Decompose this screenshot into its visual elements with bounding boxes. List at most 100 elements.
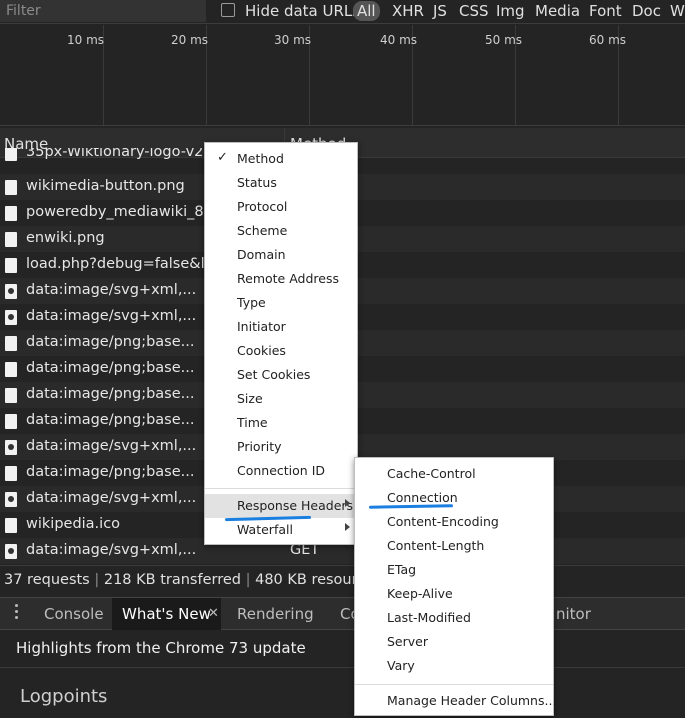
filter-input[interactable]: [0, 0, 206, 22]
menu-item-label: Connection ID: [237, 463, 326, 478]
menu-item-label: Method: [237, 151, 284, 166]
timeline-tick-label: 50 ms: [485, 33, 523, 47]
menu-item-label: Size: [237, 391, 263, 406]
menu-item-last-modified[interactable]: Last-Modified: [355, 606, 553, 630]
svg-icon: [5, 544, 17, 559]
request-name: data:image/png;base...: [26, 464, 195, 480]
tab-monitor[interactable]: nitor: [556, 605, 591, 623]
svg-icon: [5, 284, 17, 299]
type-filter-js[interactable]: JS: [433, 2, 447, 20]
menu-item-label: Connection: [387, 490, 458, 505]
menu-item-vary[interactable]: Vary: [355, 654, 553, 678]
menu-item-label: Set Cookies: [237, 367, 311, 382]
request-name: enwiki.png: [26, 230, 105, 246]
image-icon: [5, 414, 17, 429]
menu-item-status[interactable]: Status: [205, 171, 357, 195]
menu-item-label: Manage Header Columns...: [387, 693, 557, 708]
hide-data-urls-label[interactable]: Hide data URLs: [245, 2, 360, 20]
menu-item-cookies[interactable]: Cookies: [205, 339, 357, 363]
request-count: 37 requests: [4, 572, 90, 588]
menu-separator: [355, 684, 553, 685]
more-vertical-icon[interactable]: [15, 604, 19, 622]
tab-console[interactable]: Console: [44, 605, 104, 623]
image-icon: [5, 206, 17, 221]
menu-item-domain[interactable]: Domain: [205, 243, 357, 267]
hide-data-urls-checkbox[interactable]: [221, 3, 235, 17]
menu-item-initiator[interactable]: Initiator: [205, 315, 357, 339]
request-name: wikipedia.ico: [26, 516, 121, 532]
menu-item-cache-control[interactable]: Cache-Control: [355, 462, 553, 486]
menu-item-label: Domain: [237, 247, 286, 262]
file-icon: [5, 148, 17, 161]
menu-item-set-cookies[interactable]: Set Cookies: [205, 363, 357, 387]
divider: [0, 667, 685, 668]
type-filter-img[interactable]: Img: [496, 2, 525, 20]
timeline-tick-label: 60 ms: [589, 33, 627, 47]
type-filter-doc[interactable]: Doc: [632, 2, 661, 20]
menu-item-label: Response Headers: [237, 498, 354, 513]
menu-item-manage-header-columns[interactable]: Manage Header Columns...: [355, 689, 557, 713]
type-filter-font[interactable]: Font: [589, 2, 622, 20]
request-name: data:image/svg+xml,...: [26, 490, 197, 506]
timeline-tick-label: 40 ms: [380, 33, 418, 47]
request-name: data:image/png;base...: [26, 334, 195, 350]
network-status-bar: 37 requests | 218 KB transferred | 480 K…: [0, 565, 685, 595]
timeline-tick-label: 10 ms: [67, 33, 105, 47]
menu-item-label: Remote Address: [237, 271, 339, 286]
image-icon: [5, 388, 17, 403]
timeline-overview[interactable]: 10 ms 20 ms 30 ms 40 ms 50 ms 60 ms: [0, 25, 685, 126]
response-headers-submenu: Cache-Control Connection Content-Encodin…: [354, 457, 557, 716]
type-filter-ws[interactable]: W: [670, 2, 685, 20]
menu-item-keep-alive[interactable]: Keep-Alive: [355, 582, 553, 606]
menu-item-time[interactable]: Time: [205, 411, 357, 435]
menu-item-remote-address[interactable]: Remote Address: [205, 267, 357, 291]
menu-item-label: Priority: [237, 439, 282, 454]
type-filter-all[interactable]: All: [353, 1, 380, 21]
menu-item-content-encoding[interactable]: Content-Encoding: [355, 510, 553, 534]
transferred-size: 218 KB transferred: [103, 572, 241, 588]
timeline-tick-label: 20 ms: [171, 33, 209, 47]
request-name: data:image/svg+xml,...: [26, 438, 197, 454]
menu-item-label: Last-Modified: [387, 610, 471, 625]
menu-item-label: Vary: [387, 658, 415, 673]
menu-item-priority[interactable]: Priority: [205, 435, 357, 459]
type-filter-xhr[interactable]: XHR: [392, 2, 424, 20]
menu-item-label: Content-Length: [387, 538, 485, 553]
menu-item-label: Time: [237, 415, 268, 430]
tab-rendering[interactable]: Rendering: [237, 605, 314, 623]
menu-item-label: Cookies: [237, 343, 286, 358]
tab-whats-new[interactable]: What's New: [112, 598, 221, 630]
menu-item-response-headers[interactable]: Response Headers: [205, 494, 357, 518]
menu-item-etag[interactable]: ETag: [355, 558, 553, 582]
menu-item-protocol[interactable]: Protocol: [205, 195, 357, 219]
submenu-arrow-icon: [345, 523, 350, 531]
menu-item-label: Server: [387, 634, 428, 649]
user-icon: [5, 310, 17, 325]
tab-whats-new-label: What's New: [122, 605, 211, 623]
menu-item-server[interactable]: Server: [355, 630, 553, 654]
request-name: data:image/png;base...: [26, 412, 195, 428]
image-icon: [5, 232, 17, 247]
menu-item-connection-id[interactable]: Connection ID: [205, 459, 357, 483]
menu-item-scheme[interactable]: Scheme: [205, 219, 357, 243]
whats-new-panel: Highlights from the Chrome 73 update Log…: [0, 631, 685, 718]
menu-item-label: Waterfall: [237, 522, 293, 537]
request-name: data:image/svg+xml,...: [26, 542, 197, 558]
menu-item-label: Protocol: [237, 199, 288, 214]
menu-separator: [205, 488, 357, 489]
request-name: wikimedia-button.png: [26, 178, 185, 194]
menu-item-label: Status: [237, 175, 277, 190]
menu-item-label: Type: [237, 295, 266, 310]
menu-item-type[interactable]: Type: [205, 291, 357, 315]
menu-item-waterfall[interactable]: Waterfall: [205, 518, 357, 542]
close-icon[interactable]: ✕: [208, 606, 219, 621]
type-filter-css[interactable]: CSS: [459, 2, 489, 20]
menu-item-label: Scheme: [237, 223, 288, 238]
menu-item-content-length[interactable]: Content-Length: [355, 534, 553, 558]
menu-item-size[interactable]: Size: [205, 387, 357, 411]
type-filter-media[interactable]: Media: [535, 2, 580, 20]
columns-context-menu: ✓ Method Status Protocol Scheme Domain Re…: [204, 142, 358, 545]
image-icon: [5, 362, 17, 377]
menu-item-method[interactable]: ✓ Method: [205, 147, 357, 171]
timeline-tick-label: 30 ms: [274, 33, 312, 47]
